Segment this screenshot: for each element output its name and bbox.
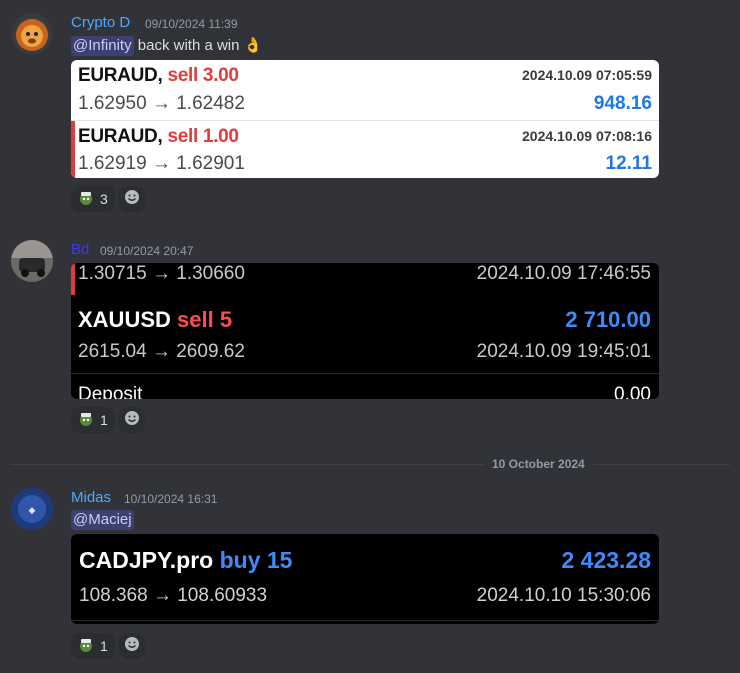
pepe-emoji-icon (78, 637, 94, 656)
trade-card[interactable]: 1.30715 → 1.30660 2024.10.09 17:46:55 XA… (71, 263, 659, 399)
row-divider (71, 373, 659, 374)
trade-datetime: 2024.10.09 07:05:59 (522, 67, 652, 83)
deposit-value: 0.00 (614, 384, 651, 399)
message-text: @Maciej (71, 510, 134, 530)
message-text: @Infinity back with a win 👌 (71, 36, 262, 56)
username[interactable]: Crypto D (71, 14, 130, 31)
trade-profit: 2 423.28 (561, 547, 651, 573)
add-reaction-button[interactable] (118, 407, 145, 433)
trade-row: EURAUD, sell 1.00 2024.10.09 07:08:16 1.… (71, 121, 659, 178)
trade-side: sell 1.00 (167, 126, 239, 147)
trade-prices: 1.30715 → 1.30660 (78, 263, 245, 284)
selected-row-marker (71, 263, 75, 295)
trade-prices: 108.368 → 108.60933 (79, 585, 268, 606)
reaction-button[interactable]: 1 (71, 633, 115, 659)
timestamp: 09/10/2024 20:47 (100, 244, 194, 258)
add-reaction-button[interactable] (118, 186, 145, 212)
trade-symbol: CADJPY.pro (79, 547, 214, 573)
reaction-count: 1 (100, 638, 108, 654)
mention[interactable]: @Maciej (71, 510, 134, 530)
add-reaction-button[interactable] (118, 633, 145, 659)
username[interactable]: Midas (71, 489, 111, 506)
reactions-bar: 3 (71, 186, 145, 212)
trade-side: sell 3.00 (167, 65, 239, 86)
username[interactable]: Bd (71, 241, 89, 258)
selected-row-marker (71, 121, 75, 178)
trade-profit: 2 710.00 (565, 307, 651, 332)
trade-profit: 12.11 (605, 153, 653, 174)
timestamp: 09/10/2024 11:39 (145, 17, 238, 31)
mention[interactable]: @Infinity (71, 36, 134, 56)
trade-profit: 948.16 (593, 93, 652, 114)
avatar[interactable] (11, 13, 53, 55)
smile-icon (124, 189, 140, 210)
avatar[interactable] (11, 240, 53, 282)
smile-icon (124, 410, 140, 431)
message-midas: ◆ Midas 10/10/2024 16:31 @Maciej CADJPY.… (0, 480, 740, 673)
date-divider: 10 October 2024 (484, 457, 593, 471)
trade-side: buy 15 (219, 547, 293, 573)
reaction-count: 3 (100, 191, 108, 207)
trade-symbol-line: CADJPY.pro buy 15 (79, 547, 292, 574)
trade-datetime: 2024.10.10 15:30:06 (476, 585, 651, 606)
pepe-emoji-icon (78, 411, 94, 430)
reactions-bar: 1 (71, 633, 145, 659)
reactions-bar: 1 (71, 407, 145, 433)
date-divider-line (10, 464, 730, 465)
smile-icon (124, 636, 140, 657)
trade-symbol-line: EURAUD, sell 1.00 (78, 126, 239, 148)
ok-hand-emoji: 👌 (243, 37, 263, 54)
trade-prices: 1.62919 → 1.62901 (78, 153, 245, 174)
reaction-button[interactable]: 3 (71, 186, 115, 212)
trade-symbol: XAUUSD (78, 307, 171, 332)
deposit-label: Deposit (78, 384, 143, 399)
reaction-button[interactable]: 1 (71, 407, 115, 433)
message-body: back with a win (137, 37, 240, 54)
message-bd: Bd 09/10/2024 20:47 1.30715 → 1.30660 20… (0, 230, 740, 440)
trade-prices: 2615.04 → 2609.62 (78, 341, 245, 362)
avatar[interactable]: ◆ (11, 488, 53, 530)
pepe-emoji-icon (78, 190, 94, 209)
trade-symbol-line: EURAUD, sell 3.00 (78, 65, 239, 87)
trade-symbol: EURAUD, (78, 65, 163, 86)
reaction-count: 1 (100, 412, 108, 428)
trade-datetime: 2024.10.09 17:46:55 (476, 263, 651, 284)
message-crypto-d: Crypto D 09/10/2024 11:39 @Infinity back… (0, 0, 740, 220)
trade-symbol: EURAUD, (78, 126, 163, 147)
trade-row: EURAUD, sell 3.00 2024.10.09 07:05:59 1.… (71, 60, 659, 119)
trade-side: sell 5 (177, 307, 233, 332)
trade-card[interactable]: CADJPY.pro buy 15 2 423.28 108.368 → 108… (71, 534, 659, 624)
trade-symbol-line: XAUUSD sell 5 (78, 307, 232, 333)
trade-prices: 1.62950 → 1.62482 (78, 93, 245, 114)
trade-datetime: 2024.10.09 07:08:16 (522, 128, 652, 144)
trade-datetime: 2024.10.09 19:45:01 (476, 341, 651, 362)
svg-text:◆: ◆ (29, 505, 36, 515)
row-divider (71, 620, 659, 621)
trade-card[interactable]: EURAUD, sell 3.00 2024.10.09 07:05:59 1.… (71, 60, 659, 178)
timestamp: 10/10/2024 16:31 (124, 492, 218, 506)
